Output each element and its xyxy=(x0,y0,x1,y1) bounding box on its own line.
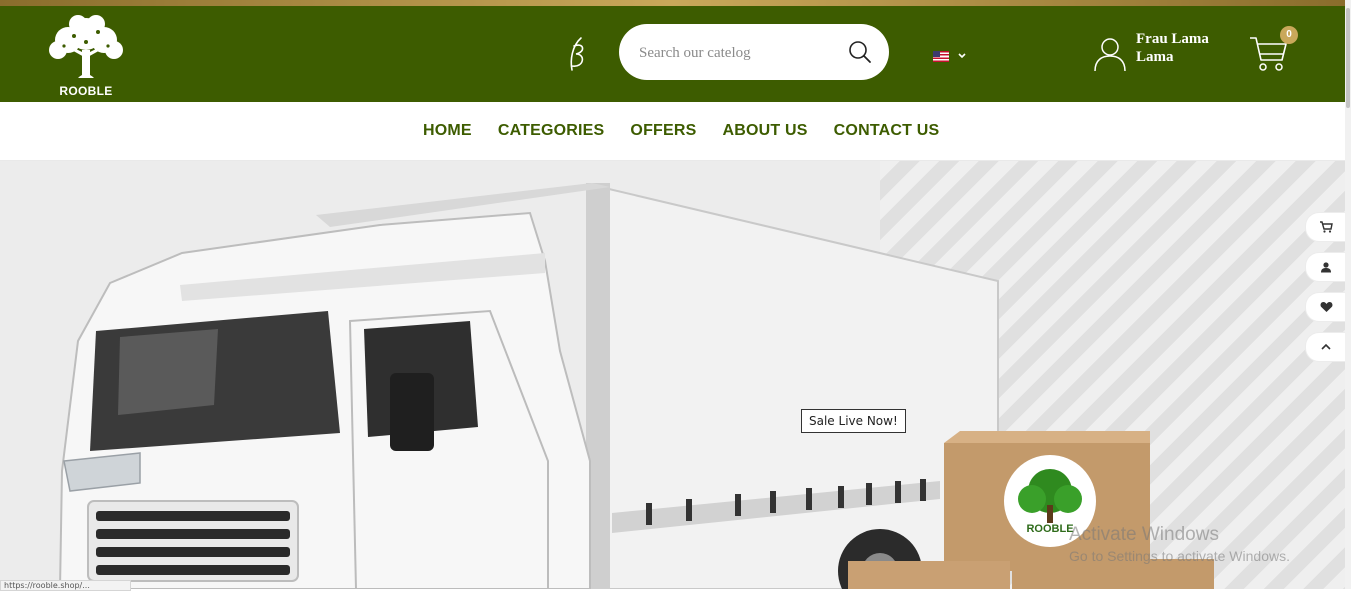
watermark-title: Activate Windows xyxy=(1069,524,1219,545)
brand-script-icon xyxy=(570,37,584,71)
chevron-up-icon xyxy=(1321,343,1331,350)
watermark-subtitle: Go to Settings to activate Windows. xyxy=(1069,548,1290,564)
hero-banner[interactable]: Sale Live Now! ROOBLE Activate Windows G… xyxy=(0,161,1345,589)
search-icon[interactable] xyxy=(848,40,872,64)
main-navigation: HOME CATEGORIES OFFERS ABOUT US CONTACT … xyxy=(0,102,1345,161)
scrollbar-thumb[interactable] xyxy=(1346,8,1350,108)
nav-item-contact-us[interactable]: CONTACT US xyxy=(821,122,953,140)
browser-status-url: https://rooble.shop/... xyxy=(0,580,131,591)
site-header: ROOBLE Frau Lama Lama 0 xyxy=(0,6,1345,102)
cart-count-badge: 0 xyxy=(1280,26,1298,44)
cart-button[interactable]: 0 xyxy=(1248,26,1300,72)
scroll-to-top-button[interactable] xyxy=(1305,332,1346,362)
nav-item-categories[interactable]: CATEGORIES xyxy=(485,122,618,140)
nav-item-offers[interactable]: OFFERS xyxy=(617,122,709,140)
user-icon xyxy=(1321,262,1331,273)
heart-icon xyxy=(1320,302,1332,312)
page-scrollbar[interactable] xyxy=(1345,0,1351,589)
floating-wishlist-button[interactable] xyxy=(1305,292,1346,322)
user-account[interactable]: Frau Lama Lama xyxy=(1093,30,1223,74)
search-input[interactable] xyxy=(637,39,841,67)
floating-action-bar xyxy=(1305,212,1346,372)
us-flag-icon xyxy=(933,50,949,62)
sale-live-tag[interactable]: Sale Live Now! xyxy=(801,409,906,433)
user-icon xyxy=(1094,38,1126,72)
floating-cart-button[interactable] xyxy=(1305,212,1346,242)
nav-item-about-us[interactable]: ABOUT US xyxy=(710,122,821,140)
cart-icon xyxy=(1320,221,1333,233)
chevron-down-icon xyxy=(958,53,966,59)
tree-logo-icon xyxy=(49,15,123,78)
logo-text: ROOBLE xyxy=(59,84,113,98)
floating-account-button[interactable] xyxy=(1305,252,1346,282)
nav-item-home[interactable]: HOME xyxy=(410,122,485,140)
language-selector[interactable] xyxy=(933,48,979,64)
search-box xyxy=(619,24,889,80)
user-name: Frau Lama Lama xyxy=(1136,31,1209,65)
site-logo[interactable]: ROOBLE xyxy=(38,12,138,102)
windows-activation-watermark: Activate Windows Go to Settings to activ… xyxy=(1069,523,1290,565)
